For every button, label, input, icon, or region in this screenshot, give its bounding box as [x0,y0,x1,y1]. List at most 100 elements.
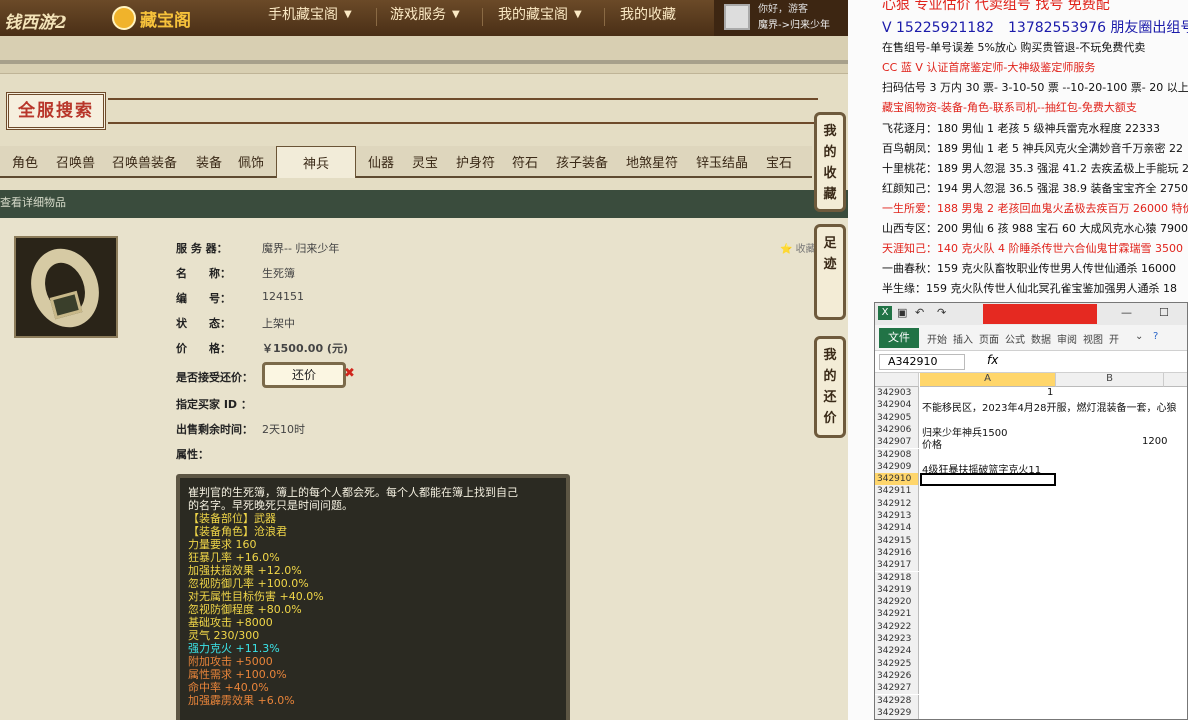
field-price: 价 格： ￥1500.00 (元) [176,340,348,356]
row-header[interactable]: 342921 [875,608,919,621]
corner-header[interactable] [875,373,919,387]
ribbon-tab[interactable]: 插入 [953,331,973,346]
row-header[interactable]: 342926 [875,669,919,683]
redo-icon[interactable]: ↷ [937,306,946,319]
side-my-favorites[interactable]: 我的收藏 [814,112,846,212]
bargain-button[interactable]: 还价 [262,362,346,388]
detail-header: 查看详细物品 [0,190,848,218]
sheet-cell[interactable]: 不能移民区，2023年4月28开服，燃灯混装备一套，心狼 [922,399,1177,414]
fx-icon[interactable]: fx [987,353,998,367]
close-icon[interactable]: ✖ [344,366,355,381]
divider [376,8,377,26]
ribbon-tab[interactable]: 页面 [979,331,999,346]
row-header[interactable]: 342907 [875,436,919,449]
row-header[interactable]: 342909 [875,460,919,474]
name-box[interactable]: A342910 [879,354,965,370]
maximize-icon[interactable]: ☐ [1159,306,1169,319]
user-server[interactable]: 魔界->归来少年 [758,16,830,31]
ribbon-tab[interactable]: 视图 [1083,331,1103,346]
sheet-cell[interactable]: 价格 [922,436,942,451]
row-header[interactable]: 342929 [875,706,919,719]
field-status: 状 态： 上架中 [176,315,295,331]
nav-my-pavilion[interactable]: 我的藏宝阁 ▼ [498,4,582,24]
column-header-a[interactable]: A [920,373,1056,387]
avatar[interactable] [724,4,750,30]
sheet-cell[interactable]: 1 [1047,387,1053,398]
top-nav: 钱西游2 藏宝阁 手机藏宝阁 ▼ 游戏服务 ▼ 我的藏宝阁 ▼ 我的收藏 你好，游客 … [0,0,848,36]
undo-icon[interactable]: ↶ [915,306,924,319]
chevron-down-icon[interactable]: ⌄ [1135,331,1143,342]
ribbon-tab[interactable]: 数据 [1031,331,1051,346]
row-header[interactable]: 342908 [875,448,919,461]
nav-mobile[interactable]: 手机藏宝阁 ▼ [268,4,352,24]
ribbon-tab[interactable]: 公式 [1005,331,1025,346]
row-header[interactable]: 342915 [875,534,919,547]
game-logo[interactable]: 钱西游2 [0,2,90,34]
ribbon-tab[interactable]: 开 [1109,331,1119,346]
row-header[interactable]: 342906 [875,423,919,437]
tab-item[interactable]: 孩子装备 [556,152,608,171]
tab-item[interactable]: 角色 [12,152,38,171]
nav-game-service[interactable]: 游戏服务 ▼ [390,4,460,24]
global-search-button[interactable]: 全服搜索 [6,92,106,130]
row-header[interactable]: 342916 [875,546,919,560]
column-header-b[interactable]: B [1056,373,1164,387]
row-header[interactable]: 342920 [875,596,919,609]
row-header[interactable]: 342924 [875,645,919,658]
tab-item[interactable]: 符石 [512,152,538,171]
row-header[interactable]: 342910 [875,473,919,486]
ribbon: 文件 开始 插入 页面 公式 数据 审阅 视图开 ⌄ ? [875,325,1187,351]
row-header[interactable]: 342904 [875,399,919,412]
tab-item[interactable]: 仙器 [368,152,394,171]
row-header[interactable]: 342917 [875,559,919,572]
tab-item[interactable]: 地煞星符 [626,152,678,171]
ad-line: V 15225921182 13782553976 朋友圈出组号 [882,20,1188,36]
row-header[interactable]: 342923 [875,633,919,646]
ribbon-tab[interactable]: 审阅 [1057,331,1077,346]
ribbon-tab[interactable]: 开始 [927,331,947,346]
tab-item[interactable]: 护身符 [456,152,495,171]
column-header-c[interactable] [1164,373,1187,387]
selected-cell[interactable] [920,473,1056,487]
ring-shape [20,239,110,337]
file-tab[interactable]: 文件 [879,328,919,348]
ad-line: 心狠 专业估价 代卖组号 找号 免费配 [882,0,1110,13]
row-header[interactable]: 342922 [875,620,919,633]
side-footprints[interactable]: 足迹 [814,224,846,320]
row-header[interactable]: 342903 [875,387,919,400]
tab-item[interactable]: 佩饰 [238,152,264,171]
excel-icon: X [878,306,892,320]
save-icon[interactable]: ▣ [897,306,907,319]
row-header[interactable]: 342914 [875,522,919,535]
row-header[interactable]: 342927 [875,682,919,695]
site-logo[interactable]: 藏宝阁 [112,3,191,33]
side-button-char: 我 [823,348,837,363]
row-header[interactable]: 342913 [875,510,919,523]
side-button-char: 迹 [823,257,837,272]
nav-my-favorites[interactable]: 我的收藏 [620,4,676,24]
minimize-icon[interactable]: — [1121,306,1132,319]
item-detail: ⭐ 收藏 服 务 器： 魔界-- 归来少年 名 称： 生死簿 编 号： 124151 … [0,218,848,720]
row-header[interactable]: 342928 [875,694,919,707]
tab-item[interactable]: 灵宝 [412,152,438,171]
row-header[interactable]: 342911 [875,485,919,498]
help-icon[interactable]: ? [1153,331,1158,342]
description-line: 属性需求 +100.0% [188,668,287,681]
tab-item[interactable]: 召唤兽 [56,152,95,171]
tab-item[interactable]: 宝石 [766,152,792,171]
row-header[interactable]: 342925 [875,657,919,670]
tab-item[interactable]: 装备 [196,152,222,171]
row-header[interactable]: 342919 [875,583,919,597]
sheet-cell[interactable]: 1200 [1142,436,1167,447]
tab-item[interactable]: 锌玉结晶 [696,152,748,171]
ad-line: 百鸟朝凤：189 男仙 1 老 5 神兵风克火全满妙音千万亲密 22 [882,142,1183,155]
side-my-bargains[interactable]: 我的还价 [814,336,846,438]
row-header[interactable]: 342918 [875,571,919,584]
tab-item[interactable]: 神兵 [276,146,357,178]
row-header[interactable]: 342905 [875,411,919,424]
collect-link[interactable]: ⭐ 收藏 [780,240,816,255]
row-header[interactable]: 342912 [875,497,919,510]
divider [604,8,605,26]
tab-item[interactable]: 召唤兽装备 [112,152,177,171]
field-value: 124151 [262,290,304,303]
